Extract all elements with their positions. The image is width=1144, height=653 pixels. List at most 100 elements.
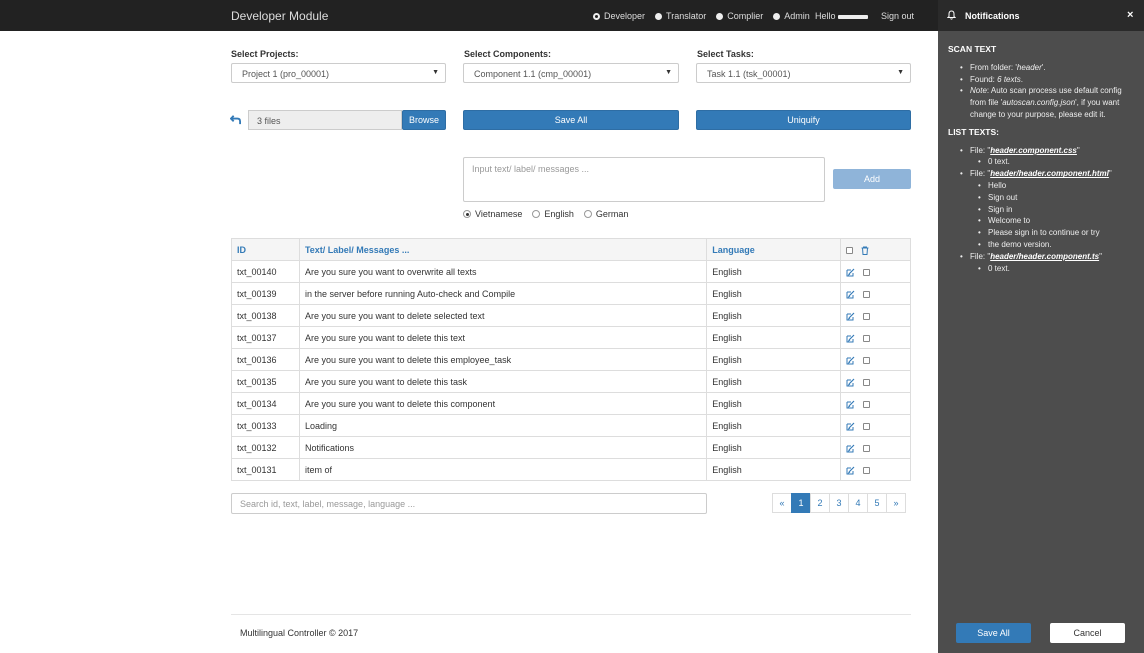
file-text-item: Welcome to <box>978 215 1138 227</box>
row-checkbox[interactable] <box>863 334 871 342</box>
note-label: Note <box>970 86 987 96</box>
table-row: txt_00136 Are you sure you want to delete… <box>231 348 911 371</box>
col-id[interactable]: ID <box>231 238 300 261</box>
page-prev[interactable]: « <box>772 493 792 513</box>
row-checkbox[interactable] <box>863 466 871 474</box>
row-checkbox[interactable] <box>863 356 871 364</box>
file-name-link[interactable]: header.component.css <box>990 146 1077 155</box>
edit-icon[interactable] <box>846 466 855 475</box>
file-entry: File: "header.component.css"0 text. <box>960 145 1138 169</box>
config-file: autoscan.config.json <box>1002 98 1076 108</box>
role-admin[interactable]: Admin <box>773 11 810 21</box>
file-text-item: Hello <box>978 180 1138 192</box>
page-next[interactable]: » <box>886 493 906 513</box>
tasks-select[interactable]: Task 1.1 (tsk_00001) ▼ <box>696 63 911 83</box>
edit-icon[interactable] <box>846 290 855 299</box>
file-count-field: 3 files <box>248 110 402 130</box>
language-radios: Vietnamese English German <box>463 209 638 219</box>
pagination: « 1 2 3 4 5 » <box>772 493 906 513</box>
table-row: txt_00139 in the server before running Au… <box>231 282 911 305</box>
page-3[interactable]: 3 <box>829 493 849 513</box>
edit-icon[interactable] <box>846 312 855 321</box>
col-actions <box>840 238 911 261</box>
undo-icon[interactable] <box>230 114 241 125</box>
signout-link[interactable]: Sign out <box>881 11 914 21</box>
radio-icon <box>532 210 541 218</box>
file-entry: File: "header/header.component.html"Hell… <box>960 168 1138 251</box>
browse-button[interactable]: Browse <box>402 110 446 130</box>
cell-actions <box>840 414 911 437</box>
file-text-item: Sign in <box>978 204 1138 216</box>
cell-language: English <box>706 282 842 305</box>
search-input[interactable]: Search id, text, label, message, languag… <box>231 493 707 514</box>
edit-icon[interactable] <box>846 422 855 431</box>
close-icon[interactable]: × <box>1127 9 1133 21</box>
role-complier[interactable]: Complier <box>716 11 763 21</box>
add-button[interactable]: Add <box>833 169 911 189</box>
lang-english[interactable]: English <box>532 209 574 219</box>
text: . <box>1020 74 1023 84</box>
cell-actions <box>840 436 911 459</box>
select-all-checkbox[interactable] <box>846 246 854 254</box>
cell-text: Notifications <box>298 436 708 459</box>
panel-cancel-button[interactable]: Cancel <box>1050 623 1125 643</box>
save-all-button[interactable]: Save All <box>463 110 679 130</box>
table-row: txt_00138 Are you sure you want to delete… <box>231 304 911 327</box>
edit-icon[interactable] <box>846 378 855 387</box>
cell-language: English <box>706 260 842 283</box>
lang-label: English <box>544 209 574 219</box>
cell-text: in the server before running Auto-check … <box>298 282 708 305</box>
row-checkbox[interactable] <box>863 378 871 386</box>
cell-id: txt_00131 <box>231 458 300 481</box>
text: '. <box>1041 62 1046 72</box>
row-checkbox[interactable] <box>863 312 871 320</box>
row-checkbox[interactable] <box>863 268 871 276</box>
cell-language: English <box>706 414 842 437</box>
page-2[interactable]: 2 <box>810 493 830 513</box>
found-count: 6 texts <box>997 74 1021 84</box>
file-text-item: Sign out <box>978 192 1138 204</box>
role-developer[interactable]: Developer <box>593 11 645 21</box>
edit-icon[interactable] <box>846 334 855 343</box>
row-checkbox[interactable] <box>863 290 871 298</box>
col-language[interactable]: Language <box>706 238 842 261</box>
cell-actions <box>840 282 911 305</box>
trash-icon[interactable] <box>861 246 869 255</box>
row-checkbox[interactable] <box>863 422 871 430</box>
file-name-link[interactable]: header/header.component.html <box>990 169 1109 178</box>
role-label: Admin <box>784 11 810 21</box>
list-title: LIST TEXTS: <box>948 126 999 137</box>
edit-icon[interactable] <box>846 444 855 453</box>
edit-icon[interactable] <box>846 268 855 277</box>
page-5[interactable]: 5 <box>867 493 887 513</box>
text-input[interactable]: Input text/ label/ messages ... <box>463 157 825 202</box>
lang-vietnamese[interactable]: Vietnamese <box>463 209 522 219</box>
user-greeting: Hello <box>815 11 868 21</box>
projects-select[interactable]: Project 1 (pro_00001) ▼ <box>231 63 446 83</box>
file-name-link[interactable]: header/header.component.ts <box>990 252 1099 261</box>
row-checkbox[interactable] <box>863 444 871 452</box>
projects-value: Project 1 (pro_00001) <box>242 69 330 79</box>
panel-save-all-button[interactable]: Save All <box>956 623 1031 643</box>
edit-icon[interactable] <box>846 356 855 365</box>
app-title[interactable]: Developer Module <box>231 9 328 23</box>
edit-icon[interactable] <box>846 400 855 409</box>
col-text[interactable]: Text/ Label/ Messages ... <box>298 238 708 261</box>
text: File: " <box>970 169 991 179</box>
cell-text: Are you sure you want to delete this com… <box>298 392 708 415</box>
role-translator[interactable]: Translator <box>655 11 706 21</box>
components-select[interactable]: Component 1.1 (cmp_00001) ▼ <box>463 63 679 83</box>
cell-id: txt_00137 <box>231 326 300 349</box>
lang-german[interactable]: German <box>583 209 628 219</box>
cell-actions <box>840 348 911 371</box>
cell-actions <box>840 326 911 349</box>
uniquify-button[interactable]: Uniquify <box>696 110 911 130</box>
radio-icon <box>583 210 592 218</box>
row-checkbox[interactable] <box>863 400 871 408</box>
page-1[interactable]: 1 <box>791 493 811 513</box>
page-4[interactable]: 4 <box>848 493 868 513</box>
cell-language: English <box>706 348 842 371</box>
radio-icon <box>773 12 781 20</box>
cell-actions <box>840 370 911 393</box>
top-navbar: Developer Module Developer Translator Co… <box>0 0 938 31</box>
